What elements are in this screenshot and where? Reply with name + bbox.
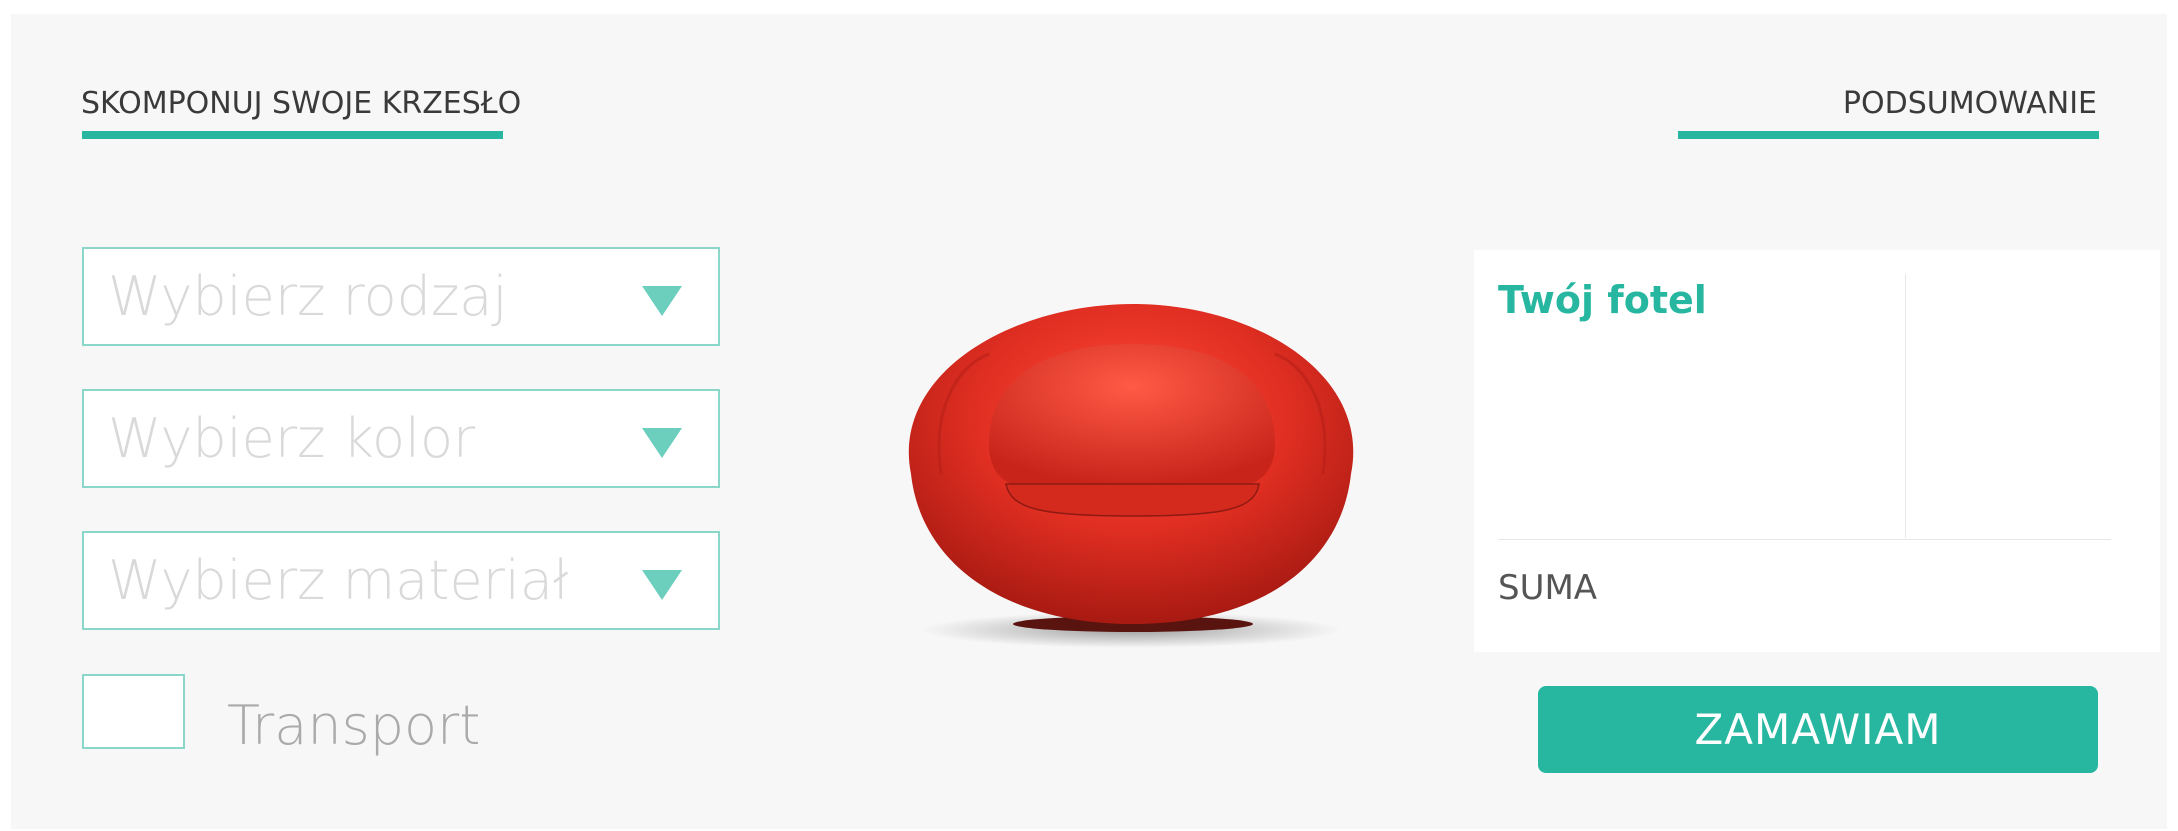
- material-select-placeholder: Wybierz materiał: [108, 549, 569, 612]
- summary-title: PODSUMOWANIE: [1842, 86, 2097, 121]
- material-select[interactable]: Wybierz materiał: [82, 531, 720, 630]
- summary-box: Twój fotel SUMA: [1474, 250, 2160, 652]
- type-select[interactable]: Wybierz rodzaj: [82, 247, 720, 346]
- color-select[interactable]: Wybierz kolor: [82, 389, 720, 488]
- chevron-down-icon: [642, 286, 682, 316]
- transport-checkbox[interactable]: [82, 674, 185, 749]
- chevron-down-icon: [642, 570, 682, 600]
- compose-title: SKOMPONUJ SWOJE KRZESŁO: [81, 86, 522, 121]
- color-select-placeholder: Wybierz kolor: [108, 407, 476, 470]
- summary-divider-horizontal: [1498, 539, 2111, 540]
- chair-image: [871, 294, 1391, 654]
- summary-divider-vertical: [1905, 274, 1906, 538]
- compose-title-underline: [82, 131, 503, 139]
- chevron-down-icon: [642, 428, 682, 458]
- transport-label: Transport: [227, 694, 481, 757]
- summary-title-underline: [1678, 131, 2099, 139]
- summary-total-label: SUMA: [1498, 568, 1598, 608]
- order-button[interactable]: ZAMAWIAM: [1538, 686, 2098, 773]
- configurator-panel: SKOMPONUJ SWOJE KRZESŁO PODSUMOWANIE Wyb…: [11, 14, 2167, 829]
- summary-heading: Twój fotel: [1498, 278, 1707, 322]
- type-select-placeholder: Wybierz rodzaj: [108, 265, 508, 328]
